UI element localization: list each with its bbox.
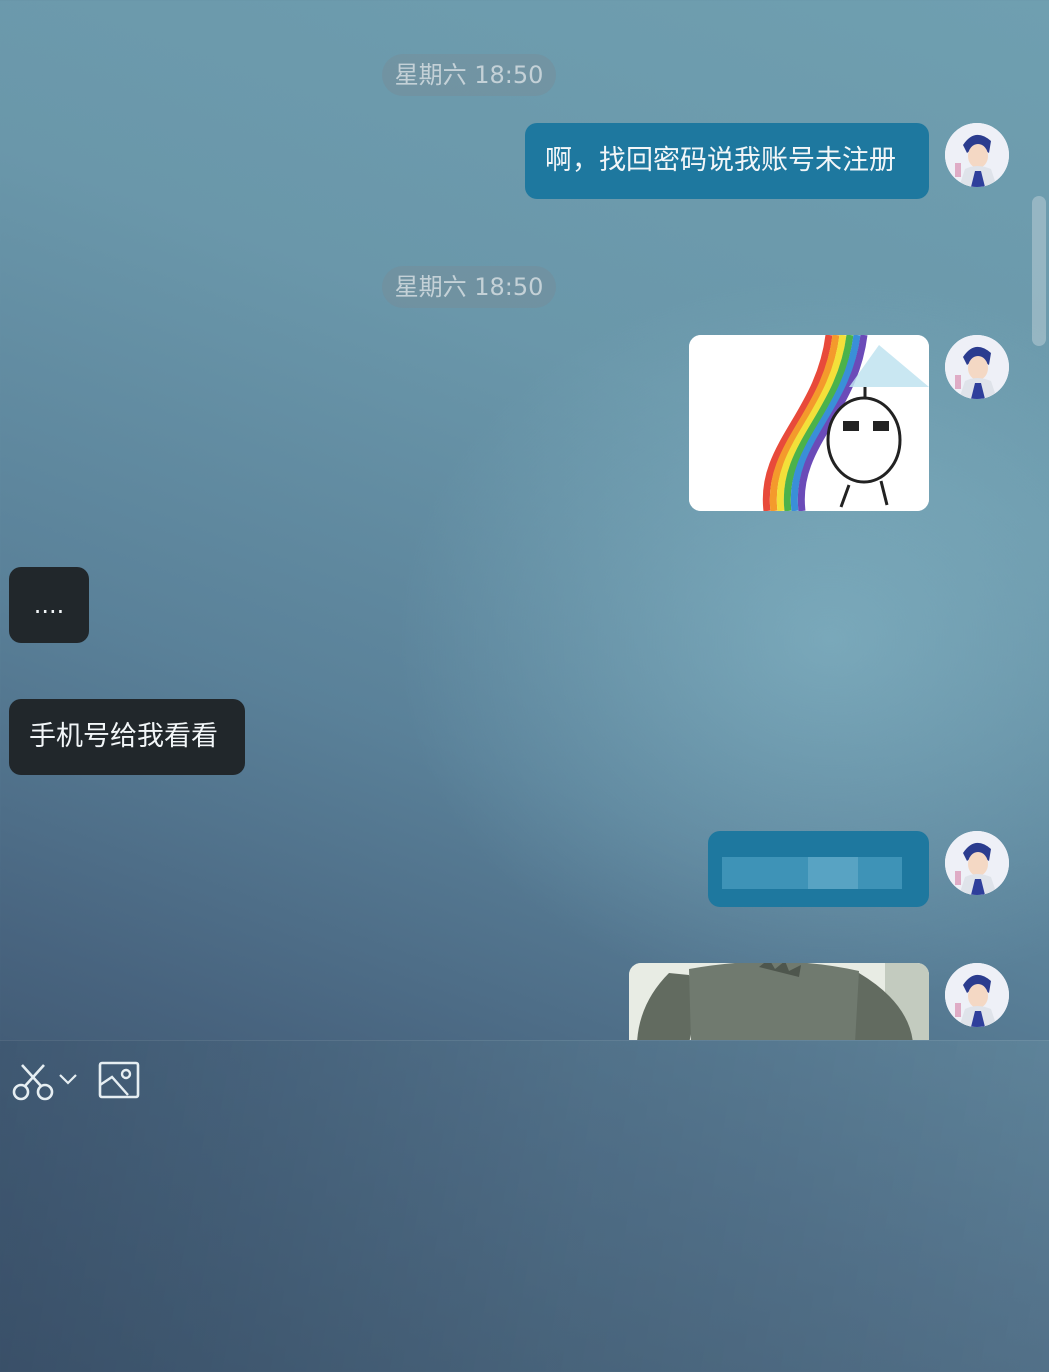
sent-image-message[interactable]: [629, 963, 929, 1040]
avatar-image: [945, 831, 1009, 895]
received-message-bubble[interactable]: 手机号给我看看: [9, 699, 245, 775]
image-icon[interactable]: [98, 1061, 140, 1099]
timestamp-pill: 星期六 18:50: [382, 266, 556, 308]
message-input-area[interactable]: [0, 1040, 1049, 1372]
user-avatar[interactable]: [945, 963, 1009, 1027]
timestamp-pill: 星期六 18:50: [382, 54, 556, 96]
sent-message-bubble[interactable]: 啊，找回密码说我账号未注册: [525, 123, 929, 199]
scissors-icon[interactable]: [12, 1063, 54, 1101]
sent-image-message[interactable]: [689, 335, 929, 511]
avatar-image: [945, 963, 1009, 1027]
rainbow-meme-sticker: [689, 335, 929, 511]
avatar-image: [945, 335, 1009, 399]
chat-message-area[interactable]: 星期六 18:50 啊，找回密码说我账号未注册 星期六 18:50 .... 手…: [0, 0, 1049, 1040]
user-avatar[interactable]: [945, 123, 1009, 187]
sent-message-bubble-redacted[interactable]: [708, 831, 929, 907]
user-avatar[interactable]: [945, 831, 1009, 895]
pixelated-redaction: [808, 857, 858, 889]
user-avatar[interactable]: [945, 335, 1009, 399]
received-message-bubble[interactable]: ....: [9, 567, 89, 643]
avatar-image: [945, 123, 1009, 187]
chat-scrollbar[interactable]: [1032, 196, 1046, 346]
chevron-down-icon[interactable]: [58, 1071, 78, 1085]
dog-sticker: [629, 963, 929, 1040]
